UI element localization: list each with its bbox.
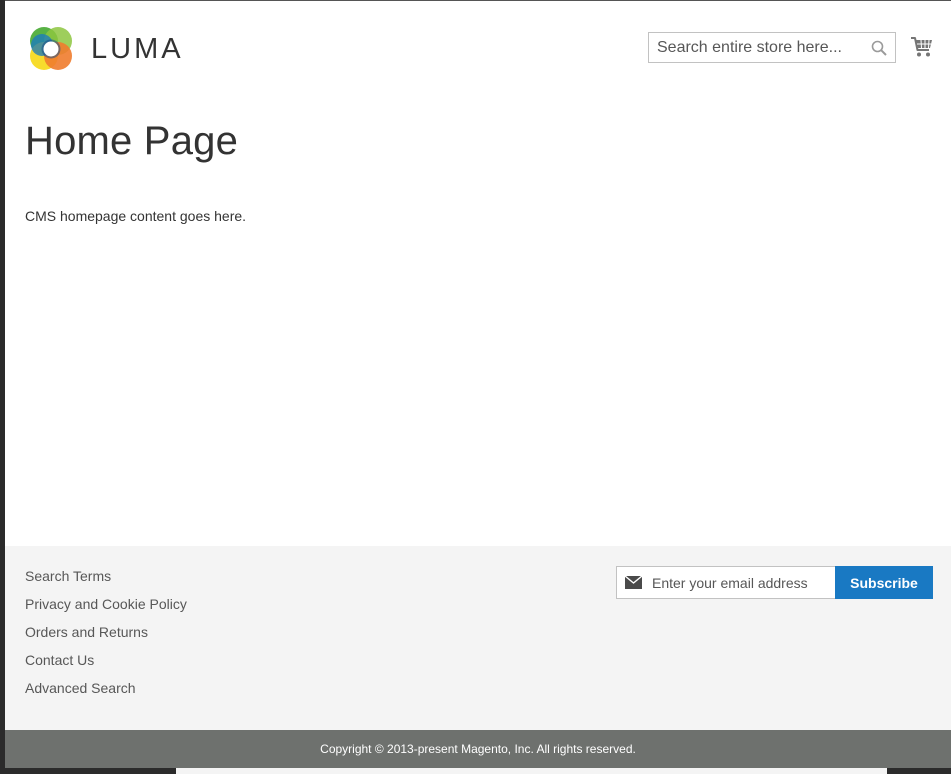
cart-icon[interactable] [910, 35, 934, 59]
logo-wordmark: LUMA [91, 32, 184, 65]
footer: Search Terms Privacy and Cookie Policy O… [5, 546, 951, 731]
page-title: Home Page [25, 119, 239, 163]
search-input[interactable] [657, 33, 862, 62]
copyright-text: Copyright © 2013-present Magento, Inc. A… [320, 742, 636, 756]
footer-links: Search Terms Privacy and Cookie Policy O… [25, 566, 187, 706]
footer-link-advanced-search[interactable]: Advanced Search [25, 680, 136, 696]
footer-link-item: Contact Us [25, 650, 187, 678]
store-logo[interactable]: LUMA [25, 22, 195, 76]
newsletter-field [616, 566, 836, 599]
search-box [648, 32, 896, 63]
window-frame-gap [176, 768, 887, 774]
footer-link-privacy[interactable]: Privacy and Cookie Policy [25, 596, 187, 612]
footer-link-contact[interactable]: Contact Us [25, 652, 94, 668]
footer-link-orders-returns[interactable]: Orders and Returns [25, 624, 148, 640]
newsletter-form: Subscribe [616, 566, 933, 599]
newsletter-email-input[interactable] [652, 567, 832, 598]
cms-content: CMS homepage content goes here. [25, 208, 247, 224]
page: LUMA Home Page CMS homepage content goes… [5, 1, 951, 768]
footer-link-search-terms[interactable]: Search Terms [25, 568, 111, 584]
luma-logo-icon [30, 27, 72, 70]
subscribe-button[interactable]: Subscribe [835, 566, 933, 599]
copyright-bar: Copyright © 2013-present Magento, Inc. A… [5, 730, 951, 768]
window-frame-bottom [0, 768, 951, 774]
footer-link-item: Orders and Returns [25, 622, 187, 650]
footer-link-item: Advanced Search [25, 678, 187, 706]
envelope-icon [625, 576, 642, 589]
footer-link-item: Search Terms [25, 566, 187, 594]
footer-link-item: Privacy and Cookie Policy [25, 594, 187, 622]
search-icon[interactable] [871, 40, 887, 56]
